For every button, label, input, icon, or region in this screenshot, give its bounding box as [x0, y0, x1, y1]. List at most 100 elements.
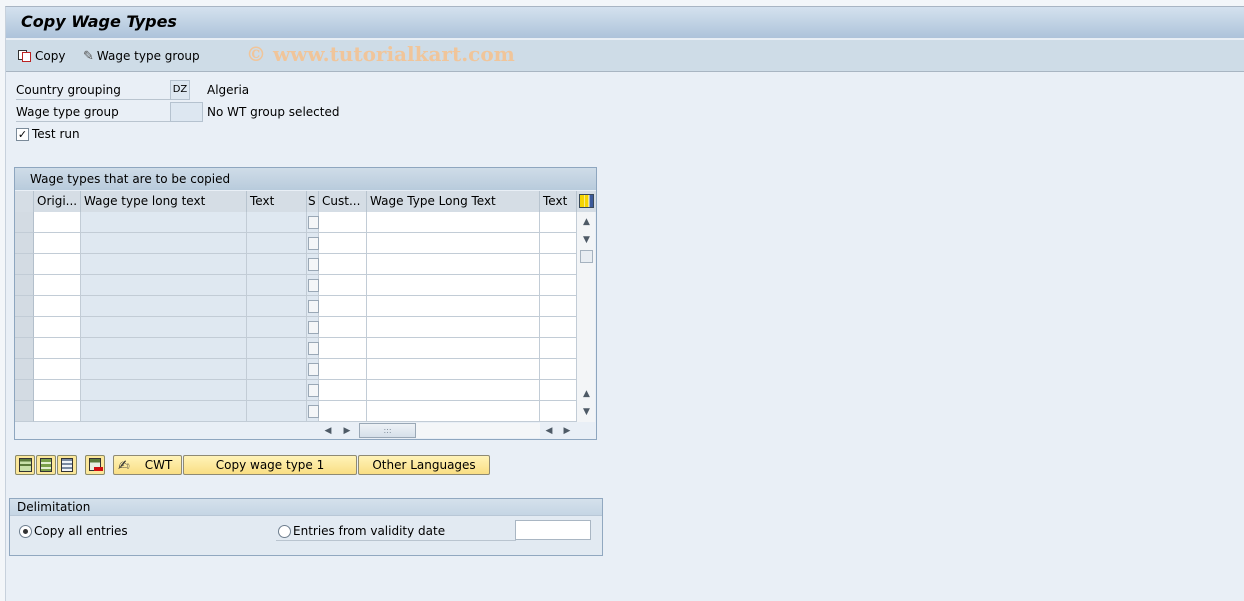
row-selector[interactable]	[15, 338, 34, 359]
deselect-all-button[interactable]	[57, 455, 77, 475]
row-checkbox[interactable]	[308, 321, 319, 334]
row-selector[interactable]	[15, 359, 34, 380]
cell-text-2[interactable]	[540, 233, 577, 254]
cell-original[interactable]	[34, 359, 81, 380]
column-header-original[interactable]: Origi...	[34, 191, 81, 212]
cell-original[interactable]	[34, 254, 81, 275]
cell-text-2[interactable]	[540, 380, 577, 401]
validity-date-input[interactable]	[515, 520, 591, 540]
row-selector[interactable]	[15, 275, 34, 296]
cell-s[interactable]	[307, 296, 319, 317]
copy-button[interactable]: Copy	[18, 47, 65, 65]
other-languages-button[interactable]: Other Languages	[358, 455, 490, 475]
cell-wage-type-long-text-2[interactable]	[367, 254, 540, 275]
select-all-header[interactable]	[15, 191, 34, 212]
column-header-wage-type-long-text[interactable]: Wage type long text	[81, 191, 247, 212]
row-checkbox[interactable]	[308, 405, 319, 418]
scroll-right-end-icon[interactable]: ▶	[560, 424, 574, 438]
cell-text-2[interactable]	[540, 317, 577, 338]
cell-customer[interactable]	[319, 254, 367, 275]
page-up-icon[interactable]: ▲	[579, 386, 594, 402]
horizontal-scrollbar[interactable]: ◀ ▶ ::: ◀ ▶	[15, 422, 577, 439]
cell-customer[interactable]	[319, 296, 367, 317]
row-selector[interactable]	[15, 254, 34, 275]
row-checkbox[interactable]	[308, 342, 319, 355]
wage-type-group-input[interactable]	[170, 102, 203, 122]
row-checkbox[interactable]	[308, 279, 319, 292]
cell-customer[interactable]	[319, 380, 367, 401]
row-selector[interactable]	[15, 380, 34, 401]
cell-original[interactable]	[34, 212, 81, 233]
row-selector[interactable]	[15, 212, 34, 233]
row-selector[interactable]	[15, 317, 34, 338]
cwt-button[interactable]: ✍ CWT	[113, 455, 182, 475]
column-settings-icon[interactable]	[579, 194, 594, 208]
cell-customer[interactable]	[319, 338, 367, 359]
cell-s[interactable]	[307, 338, 319, 359]
select-all-button[interactable]	[36, 455, 56, 475]
cell-s[interactable]	[307, 212, 319, 233]
row-checkbox[interactable]	[308, 237, 319, 250]
row-checkbox[interactable]	[308, 363, 319, 376]
column-header-text-2[interactable]: Text	[540, 191, 577, 212]
cell-original[interactable]	[34, 338, 81, 359]
cell-wage-type-long-text-2[interactable]	[367, 296, 540, 317]
cell-s[interactable]	[307, 275, 319, 296]
insert-row-button[interactable]	[15, 455, 35, 475]
cell-customer[interactable]	[319, 275, 367, 296]
column-header-s[interactable]: S	[307, 191, 319, 212]
cell-text-2[interactable]	[540, 338, 577, 359]
scroll-right-icon[interactable]: ▶	[340, 424, 354, 438]
cell-wage-type-long-text-2[interactable]	[367, 233, 540, 254]
cell-wage-type-long-text-2[interactable]	[367, 275, 540, 296]
cell-customer[interactable]	[319, 233, 367, 254]
country-grouping-input[interactable]: DZ	[170, 80, 190, 100]
row-checkbox[interactable]	[308, 258, 319, 271]
cell-s[interactable]	[307, 380, 319, 401]
scroll-left-icon[interactable]: ◀	[321, 424, 335, 438]
scroll-thumb[interactable]	[580, 250, 593, 263]
cell-original[interactable]	[34, 380, 81, 401]
cell-text-2[interactable]	[540, 401, 577, 422]
cell-text-2[interactable]	[540, 212, 577, 233]
cell-wage-type-long-text-2[interactable]	[367, 359, 540, 380]
cell-customer[interactable]	[319, 317, 367, 338]
row-checkbox[interactable]	[308, 300, 319, 313]
cell-wage-type-long-text-2[interactable]	[367, 212, 540, 233]
column-header-text[interactable]: Text	[247, 191, 307, 212]
row-checkbox[interactable]	[308, 216, 319, 229]
copy-all-entries-radio[interactable]	[19, 525, 32, 538]
cell-wage-type-long-text-2[interactable]	[367, 317, 540, 338]
page-down-icon[interactable]: ▼	[579, 404, 594, 420]
cell-original[interactable]	[34, 296, 81, 317]
test-run-checkbox[interactable]: ✓	[16, 128, 29, 141]
cell-s[interactable]	[307, 359, 319, 380]
column-header-customer[interactable]: Cust...	[319, 191, 367, 212]
scroll-up-icon[interactable]: ▲	[579, 214, 594, 230]
vertical-scrollbar[interactable]: ▲ ▼ ▲ ▼	[577, 212, 595, 422]
horizontal-scroll-thumb[interactable]: :::	[359, 423, 416, 438]
cell-customer[interactable]	[319, 212, 367, 233]
column-header-wage-type-long-text-2[interactable]: Wage Type Long Text	[367, 191, 540, 212]
scroll-left-end-icon[interactable]: ◀	[542, 424, 556, 438]
cell-text-2[interactable]	[540, 275, 577, 296]
cell-original[interactable]	[34, 233, 81, 254]
cell-s[interactable]	[307, 401, 319, 422]
copy-wage-type-1-button[interactable]: Copy wage type 1	[183, 455, 357, 475]
row-selector[interactable]	[15, 296, 34, 317]
cell-customer[interactable]	[319, 359, 367, 380]
cell-customer[interactable]	[319, 401, 367, 422]
wage-type-group-button[interactable]: ✎ Wage type group	[83, 47, 200, 65]
cell-s[interactable]	[307, 317, 319, 338]
cell-text-2[interactable]	[540, 359, 577, 380]
cell-wage-type-long-text-2[interactable]	[367, 401, 540, 422]
cell-original[interactable]	[34, 401, 81, 422]
row-selector[interactable]	[15, 401, 34, 422]
row-checkbox[interactable]	[308, 384, 319, 397]
cell-text-2[interactable]	[540, 254, 577, 275]
cell-s[interactable]	[307, 254, 319, 275]
entries-from-validity-date-radio[interactable]	[278, 525, 291, 538]
cell-original[interactable]	[34, 317, 81, 338]
cell-wage-type-long-text-2[interactable]	[367, 380, 540, 401]
row-selector[interactable]	[15, 233, 34, 254]
